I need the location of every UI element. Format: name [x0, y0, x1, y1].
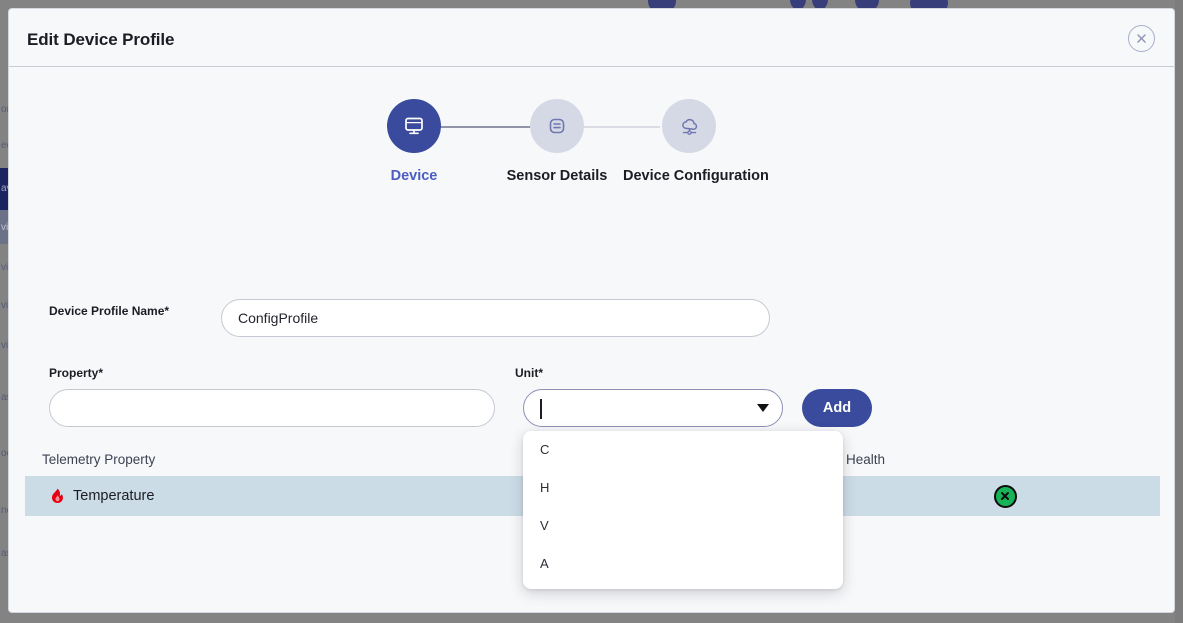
document-lines-icon: [530, 99, 584, 153]
x-circle-icon[interactable]: [994, 485, 1017, 508]
unit-option-h[interactable]: H: [523, 469, 843, 507]
cloud-network-icon: [662, 99, 716, 153]
add-button[interactable]: Add: [802, 389, 872, 427]
unit-option-v[interactable]: V: [523, 507, 843, 545]
wizard-stepper: Device Sensor Details: [9, 99, 1174, 209]
unit-select-box[interactable]: [523, 389, 783, 427]
unit-label: Unit*: [515, 366, 543, 380]
close-circle-icon[interactable]: [1128, 25, 1155, 52]
unit-option-c[interactable]: C: [523, 431, 843, 469]
dialog-header: Edit Device Profile: [9, 9, 1174, 67]
flame-icon: [51, 488, 64, 505]
unit-option-a[interactable]: A: [523, 545, 843, 583]
stepper-step-device-configuration[interactable]: Device Configuration: [623, 99, 755, 184]
chevron-down-icon[interactable]: [757, 404, 769, 412]
monitor-icon: [387, 99, 441, 153]
telemetry-property-name: Temperature: [73, 488, 154, 504]
text-cursor: [540, 399, 542, 419]
stepper-label-sensor-details: Sensor Details: [487, 168, 627, 184]
column-header-telemetry-property: Telemetry Property: [42, 452, 155, 467]
device-profile-name-input[interactable]: [221, 299, 770, 337]
screen: or ec av vi vi vi vi as oe nc as Edit De…: [0, 0, 1183, 623]
stepper-step-sensor-details[interactable]: Sensor Details: [487, 99, 627, 184]
background-right-strip: [1175, 0, 1183, 623]
device-profile-name-label: Device Profile Name*: [49, 304, 169, 318]
stepper-step-device[interactable]: Device: [354, 99, 474, 184]
stepper-label-device: Device: [354, 168, 474, 184]
property-label: Property*: [49, 366, 103, 380]
dialog-body: Device Sensor Details: [9, 67, 1174, 613]
telemetry-property-cell: Temperature: [51, 488, 154, 505]
health-cell: [977, 485, 1033, 508]
column-header-health: Health: [846, 452, 885, 467]
page-title: Edit Device Profile: [27, 30, 174, 50]
unit-dropdown-menu[interactable]: C H V A: [523, 431, 843, 589]
stepper-label-device-configuration: Device Configuration: [623, 168, 755, 184]
unit-select[interactable]: [523, 389, 783, 427]
edit-device-profile-dialog: Edit Device Profile: [8, 8, 1175, 613]
property-input[interactable]: [49, 389, 495, 427]
